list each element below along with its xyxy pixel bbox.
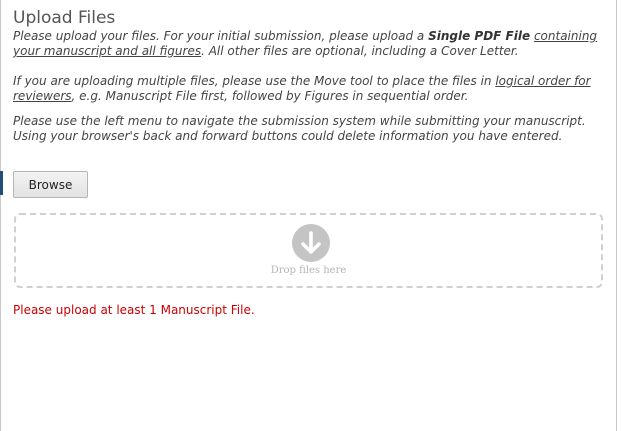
instructions-text: , e.g. Manuscript File first, followed b… — [71, 89, 469, 103]
browse-button[interactable]: Browse — [13, 171, 88, 198]
drop-files-label: Drop files here — [270, 265, 347, 276]
instructions-line: your manuscript and all figures. All oth… — [13, 44, 613, 59]
nav-active-marker — [0, 171, 3, 195]
file-drop-zone[interactable]: Drop files here — [14, 213, 603, 288]
single-pdf-emphasis: Single PDF File — [428, 29, 531, 43]
instructions-line: Using your browser's back and forward bu… — [13, 129, 563, 143]
instructions-line: reviewers, e.g. Manuscript File first, f… — [13, 89, 613, 104]
manuscript-figures-link-cont[interactable]: your manuscript and all figures — [13, 44, 201, 58]
validation-error-message: Please upload at least 1 Manuscript File… — [13, 303, 255, 317]
instructions-line: Please use the left menu to navigate the… — [13, 114, 586, 128]
manuscript-figures-link[interactable]: containing — [534, 29, 597, 43]
instructions-line: If you are uploading multiple files, ple… — [13, 74, 613, 89]
left-frame-border — [0, 0, 1, 431]
arrow-down-circle-icon — [292, 224, 330, 262]
instructions-line: Please upload your files. For your initi… — [13, 29, 613, 44]
logical-order-link[interactable]: logical order for — [495, 74, 590, 88]
instructions-paragraph-1: Please upload your files. For your initi… — [13, 29, 613, 59]
page-title: Upload Files — [13, 8, 116, 28]
logical-order-link-cont[interactable]: reviewers — [13, 89, 72, 103]
instructions-text: If you are uploading multiple files, ple… — [13, 74, 496, 88]
instructions-paragraph-3: Please use the left menu to navigate the… — [13, 114, 613, 144]
right-frame-border — [616, 0, 617, 431]
instructions-paragraph-2: If you are uploading multiple files, ple… — [13, 74, 613, 104]
instructions-text: Please upload your files. For your initi… — [13, 29, 429, 43]
instructions-text: . All other files are optional, includin… — [201, 44, 519, 58]
